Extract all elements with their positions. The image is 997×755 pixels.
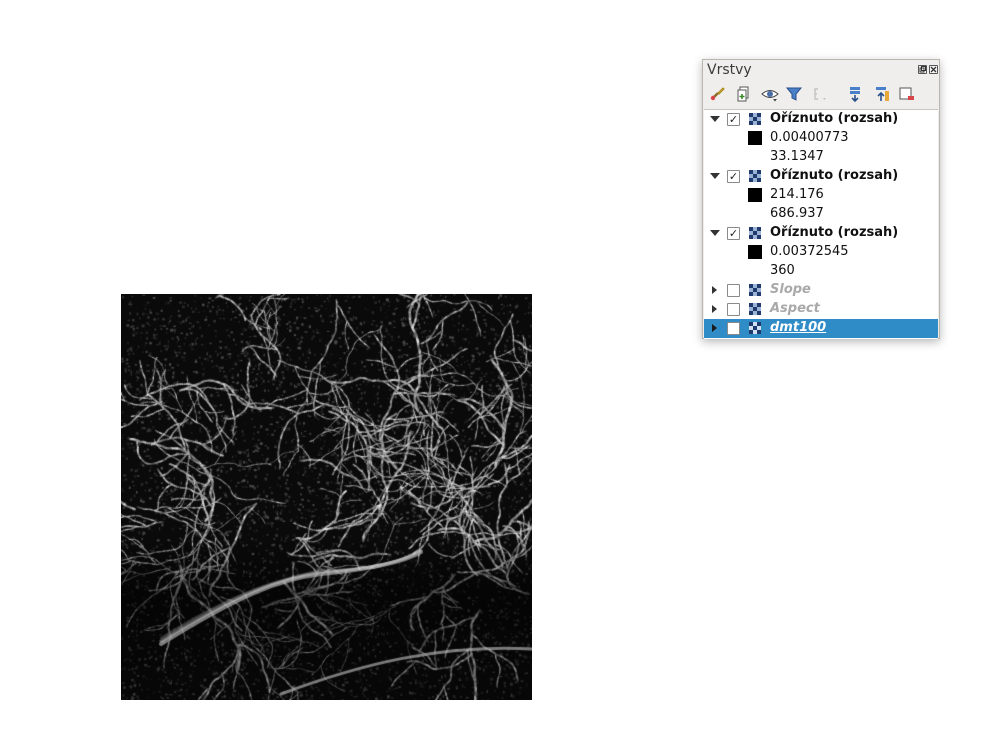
layer-tree[interactable]: Oříznuto (rozsah) 0.00400773 33.1347 Oří… bbox=[704, 109, 938, 339]
close-icon[interactable] bbox=[929, 65, 938, 74]
remove-layer-icon[interactable] bbox=[898, 85, 916, 103]
visibility-eye-icon[interactable] bbox=[761, 85, 779, 103]
panel-title: Vrstvy bbox=[707, 62, 752, 78]
layer-visibility-checkbox[interactable] bbox=[727, 227, 740, 240]
legend-row: 0.00372545 bbox=[704, 243, 938, 262]
layer-row[interactable]: Aspect bbox=[704, 300, 938, 319]
layer-name: Slope bbox=[770, 282, 811, 297]
layer-name: Aspect bbox=[770, 301, 820, 316]
expand-arrow-icon[interactable] bbox=[712, 324, 717, 332]
style-manager-icon[interactable] bbox=[709, 85, 727, 103]
layer-name: dmt100 bbox=[770, 320, 827, 335]
layer-row[interactable]: Slope bbox=[704, 281, 938, 300]
layer-name: Oříznuto (rozsah) bbox=[770, 168, 899, 183]
expand-arrow-icon[interactable] bbox=[712, 286, 717, 294]
raster-layer-icon bbox=[749, 113, 761, 125]
filter-legend-icon[interactable] bbox=[785, 85, 803, 103]
raster-layer-icon bbox=[749, 227, 761, 239]
raster-layer-icon bbox=[749, 284, 761, 296]
layer-visibility-checkbox[interactable] bbox=[727, 284, 740, 297]
expand-arrow-icon[interactable] bbox=[712, 305, 717, 313]
collapse-all-icon[interactable] bbox=[873, 85, 891, 103]
legend-row: 214.176 bbox=[704, 186, 938, 205]
legend-swatch bbox=[748, 245, 762, 259]
filter-expression-icon[interactable] bbox=[811, 85, 829, 103]
legend-row: 686.937 bbox=[704, 205, 938, 224]
layer-row[interactable]: Oříznuto (rozsah) bbox=[704, 224, 938, 243]
layer-row-selected[interactable]: dmt100 bbox=[704, 319, 938, 338]
legend-row: 0.00400773 bbox=[704, 129, 938, 148]
legend-row: 33.1347 bbox=[704, 148, 938, 167]
add-group-icon[interactable] bbox=[735, 85, 753, 103]
layer-visibility-checkbox[interactable] bbox=[727, 170, 740, 183]
layers-toolbar bbox=[703, 82, 939, 108]
collapse-arrow-icon[interactable] bbox=[710, 173, 720, 179]
layers-panel: Vrstvy ✓ Oříznuto (rozsah) 0.00400773 33… bbox=[702, 59, 940, 339]
layer-visibility-checkbox[interactable] bbox=[727, 303, 740, 316]
legend-max-value: 360 bbox=[770, 263, 795, 278]
layer-row[interactable]: Oříznuto (rozsah) bbox=[704, 167, 938, 186]
raster-layer-icon bbox=[749, 303, 761, 315]
legend-min-value: 214.176 bbox=[770, 187, 824, 202]
expand-all-icon[interactable] bbox=[847, 85, 865, 103]
slope-raster-image bbox=[121, 294, 532, 700]
collapse-arrow-icon[interactable] bbox=[710, 116, 720, 122]
legend-swatch bbox=[748, 131, 762, 145]
legend-min-value: 0.00400773 bbox=[770, 130, 849, 145]
layer-name: Oříznuto (rozsah) bbox=[770, 225, 899, 240]
layer-name: Oříznuto (rozsah) bbox=[770, 111, 899, 126]
layer-visibility-checkbox[interactable] bbox=[727, 322, 740, 335]
legend-row: 360 bbox=[704, 262, 938, 281]
raster-layer-icon bbox=[749, 322, 761, 334]
raster-layer-icon bbox=[749, 170, 761, 182]
legend-max-value: 33.1347 bbox=[770, 149, 824, 164]
panel-title-bar[interactable]: Vrstvy bbox=[703, 60, 939, 82]
collapse-arrow-icon[interactable] bbox=[710, 230, 720, 236]
layer-visibility-checkbox[interactable] bbox=[727, 113, 740, 126]
legend-swatch bbox=[748, 188, 762, 202]
layer-row[interactable]: Oříznuto (rozsah) bbox=[704, 110, 938, 129]
legend-max-value: 686.937 bbox=[770, 206, 824, 221]
restore-icon[interactable] bbox=[918, 65, 927, 74]
legend-min-value: 0.00372545 bbox=[770, 244, 849, 259]
